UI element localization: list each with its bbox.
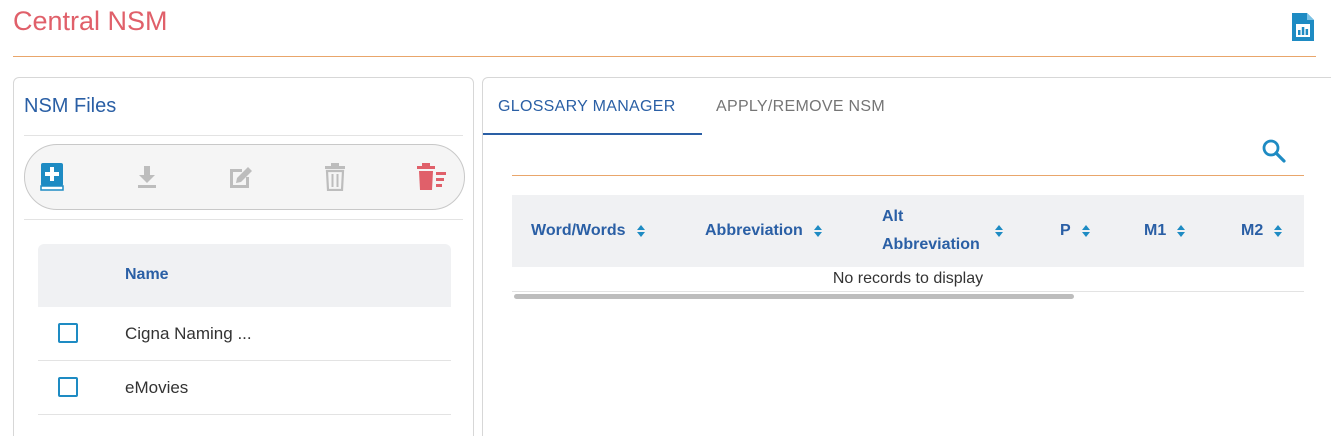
grid-header: Word/Words Abbreviation Alt Abbreviation… [512,195,1304,267]
glossary-grid: Word/Words Abbreviation Alt Abbreviation… [512,195,1304,299]
column-header-m2[interactable]: M2 [1241,195,1283,267]
file-toolbar [24,144,465,210]
search-button[interactable] [1261,138,1287,164]
delete-button[interactable] [320,162,350,192]
table-row[interactable]: Cigna Naming ... [38,307,451,361]
download-icon [138,166,156,188]
column-header-m1[interactable]: M1 [1144,195,1186,267]
sort-icon [994,225,1003,237]
sort-icon [813,225,822,237]
add-file-button[interactable] [37,162,67,192]
column-header-p[interactable]: P [1060,195,1091,267]
empty-message: No records to display [512,267,1304,292]
column-header-word-words[interactable]: Word/Words [531,195,646,267]
page-title: Central NSM [13,6,168,36]
page-header: Central NSM [13,0,1316,57]
active-tab-indicator [483,133,702,135]
nsm-files-table: Name Cigna Naming ... eMovies [38,244,451,415]
row-checkbox[interactable] [58,377,78,397]
sort-icon [1177,225,1186,237]
report-icon[interactable] [1290,12,1316,42]
divider [24,219,463,220]
trash-icon [325,163,345,191]
table-header: Name [38,244,451,307]
edit-icon [230,167,252,188]
header-line: Alt [882,208,904,225]
row-checkbox[interactable] [58,323,78,343]
file-name: Cigna Naming ... [125,324,252,343]
glossary-panel: GLOSSARY MANAGER APPLY/REMOVE NSM Word/W… [482,77,1331,436]
search-icon [1262,139,1286,163]
divider [24,135,463,136]
tab-apply-remove-nsm[interactable]: APPLY/REMOVE NSM [716,98,885,116]
search-input-underline[interactable] [512,175,1304,176]
sort-icon [636,225,645,237]
table-row[interactable]: eMovies [38,361,451,415]
file-name: eMovies [125,378,189,397]
tab-glossary-manager[interactable]: GLOSSARY MANAGER [498,98,676,116]
trash-list-icon [417,163,446,190]
nsm-files-panel: NSM Files Name Cigna Naming ... eMovies [13,77,474,436]
column-header-name[interactable]: Name [125,266,169,284]
delete-all-button[interactable] [415,162,449,192]
column-header-abbreviation[interactable]: Abbreviation [705,195,823,267]
column-header-alt-abbreviation[interactable]: Alt Abbreviation [882,195,1004,267]
horizontal-scrollbar[interactable] [514,294,1074,299]
book-plus-icon [40,163,64,191]
edit-button[interactable] [226,162,256,192]
sort-icon [1274,225,1283,237]
sort-icon [1081,225,1090,237]
header-line: Abbreviation [882,236,980,253]
panel-title: NSM Files [24,95,117,117]
download-button[interactable] [132,162,162,192]
